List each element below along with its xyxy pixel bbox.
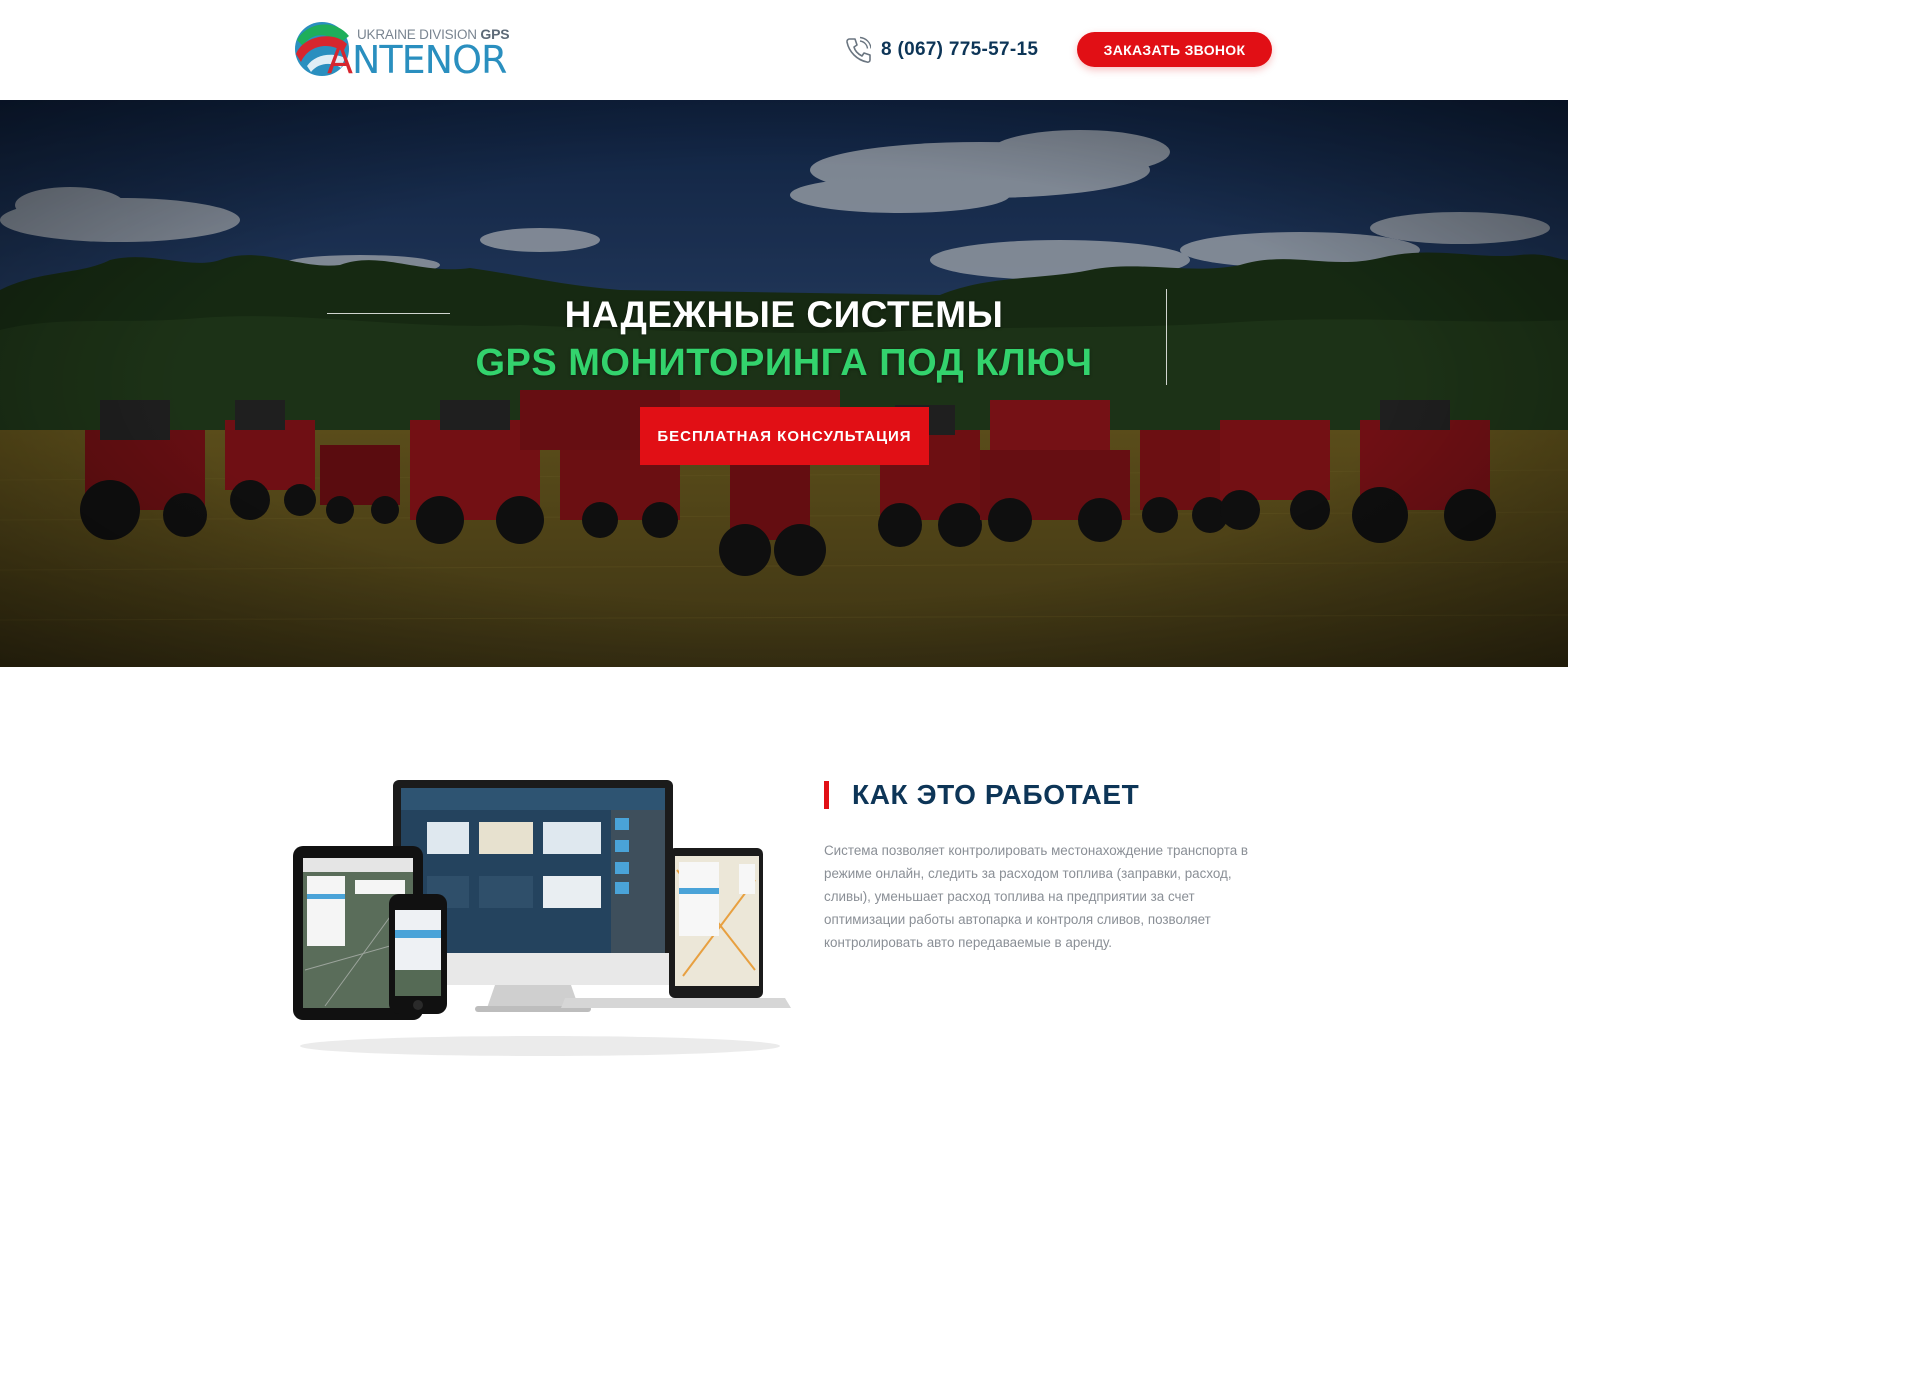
logo[interactable]: UKRAINE DIVISION GPS ANTENOR <box>293 16 510 82</box>
phone-icon <box>846 36 871 63</box>
section-title-accent-bar <box>824 781 829 809</box>
how-it-works-title: КАК ЭТО РАБОТАЕТ <box>852 779 1140 810</box>
free-consultation-button[interactable]: БЕСПЛАТНАЯ КОНСУЛЬТАЦИЯ <box>640 407 929 465</box>
phone-number: 8 (067) 775-57-15 <box>881 39 1039 60</box>
logo-wordmark: ANTENOR <box>327 38 507 82</box>
site-header: UKRAINE DIVISION GPS ANTENOR 8 (067) 775… <box>0 0 1568 100</box>
devices-image <box>293 780 791 1056</box>
hero-section: НАДЕЖНЫЕ СИСТЕМЫ GPS МОНИТОРИНГА ПОД КЛЮ… <box>0 100 1568 667</box>
header-phone[interactable]: 8 (067) 775-57-15 <box>845 36 1038 64</box>
order-call-button[interactable]: ЗАКАЗАТЬ ЗВОНОК <box>1077 32 1272 67</box>
how-it-works-description: Система позволяет контролировать местона… <box>824 843 1249 950</box>
hero-title-line2: GPS МОНИТОРИНГА ПОД КЛЮЧ <box>475 342 1093 384</box>
hero-title-line1: НАДЕЖНЫЕ СИСТЕМЫ <box>564 294 1004 335</box>
